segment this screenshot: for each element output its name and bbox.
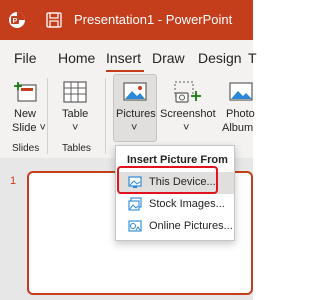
slide-number: 1 [10, 175, 17, 187]
group-label-slides: Slides [12, 143, 40, 154]
menu-item-online-pictures[interactable]: Online Pictures... [118, 216, 234, 238]
ribbon-divider [47, 78, 48, 154]
group-label-tables: Tables [62, 143, 91, 154]
menu-item-stock-images[interactable]: Stock Images... [118, 194, 234, 216]
table-label: Table [62, 108, 89, 120]
tab-insert[interactable]: Insert [106, 50, 141, 66]
table-icon [63, 81, 87, 103]
photo-album-label-1: Photo [226, 108, 255, 120]
online-pictures-icon [128, 220, 142, 232]
screenshot-dropdown-arrow: ˅ [183, 122, 190, 134]
window-title: Presentation1 - PowerPoint [74, 12, 233, 27]
menu-header: Insert Picture From [127, 154, 228, 166]
stock-images-icon [128, 197, 142, 211]
pictures-icon [123, 82, 147, 101]
new-slide-label-2: Slide ˅ [12, 122, 46, 134]
pictures-dropdown-arrow: ˅ [131, 122, 138, 134]
tab-draw[interactable]: Draw [152, 50, 185, 66]
powerpoint-logo-icon: P [9, 12, 25, 28]
pictures-label: Pictures [116, 108, 156, 120]
screenshot-label: Screenshot [160, 108, 216, 120]
screenshot-icon [174, 81, 201, 103]
save-icon[interactable] [46, 11, 62, 29]
table-dropdown-arrow: ˅ [72, 122, 79, 134]
new-slide-icon [14, 82, 37, 102]
pictures-button[interactable]: Pictures ˅ [113, 74, 157, 142]
highlight-annotation-box [117, 166, 218, 194]
tab-home[interactable]: Home [58, 50, 95, 66]
photo-album-icon [229, 82, 253, 101]
photo-album-label-2: Album [222, 122, 254, 134]
title-bar: P Presentation1 - PowerPoint [0, 0, 253, 40]
ribbon-tabs: File Home Insert Draw Design T [0, 40, 257, 72]
tab-design[interactable]: Design [198, 50, 242, 66]
ribbon-divider [105, 78, 106, 154]
svg-text:P: P [13, 18, 18, 25]
tab-file[interactable]: File [14, 50, 37, 66]
menu-item-label: Stock Images... [149, 198, 225, 210]
new-slide-label-1: New [14, 108, 37, 120]
menu-item-label: Online Pictures... [149, 220, 233, 232]
tab-more[interactable]: T [248, 50, 257, 66]
